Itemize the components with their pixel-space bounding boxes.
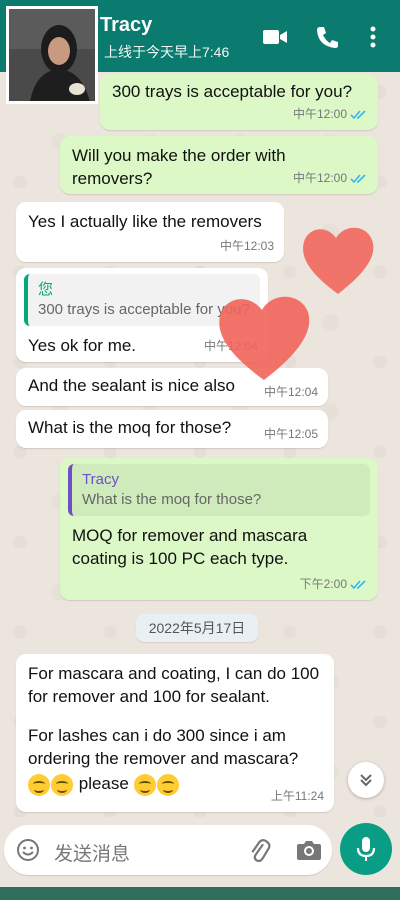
double-chevron-down-icon (360, 774, 372, 787)
microphone-icon (356, 837, 376, 861)
message-text-line: For mascara and coating, I can do 100 fo… (28, 664, 320, 706)
message-time: 中午12:00 (292, 171, 347, 185)
message-time: 中午12:03 (219, 239, 274, 253)
scroll-to-bottom-button[interactable] (348, 762, 384, 798)
smiling-face-emoji (133, 773, 156, 796)
message-text: Yes I actually like the removers (28, 212, 262, 231)
camera-icon[interactable] (296, 838, 322, 862)
message-outgoing[interactable]: 300 trays is acceptable for you? 中午12:00 (100, 74, 378, 130)
message-time: 中午12:04 (263, 385, 318, 399)
read-ticks-icon (350, 109, 366, 119)
message-incoming[interactable]: What is the moq for those? 中午12:05 (16, 410, 328, 448)
message-time: 上午11:24 (270, 789, 324, 803)
video-call-icon[interactable] (262, 24, 288, 50)
message-incoming[interactable]: Yes I actually like the removers 中午12:03 (16, 202, 284, 262)
read-ticks-icon (350, 173, 366, 183)
message-text-suffix: please (78, 774, 129, 793)
emoji-icon[interactable] (16, 838, 40, 862)
message-incoming[interactable]: For mascara and coating, I can do 100 fo… (16, 654, 334, 812)
message-time: 下午2:00 (299, 577, 347, 591)
message-text: Will you make the order with removers? (72, 146, 286, 188)
contact-avatar[interactable] (6, 6, 98, 104)
message-time: 中午12:05 (263, 427, 318, 441)
read-ticks-icon (350, 579, 366, 589)
date-separator: 2022年5月17日 (136, 614, 258, 642)
last-seen-status: 上线于今天早上7:46 (104, 44, 230, 60)
voice-message-button[interactable] (340, 823, 392, 875)
heart-sticker-icon (219, 296, 310, 380)
message-text: 300 trays is acceptable for you? (112, 82, 353, 101)
bottom-bar (0, 887, 400, 900)
message-input[interactable]: 发送消息 (4, 825, 332, 875)
message-outgoing[interactable]: Will you make the order with removers? 中… (60, 136, 378, 194)
attach-icon[interactable] (246, 837, 272, 863)
message-outgoing-reply[interactable]: Tracy What is the moq for those? MOQ for… (60, 458, 378, 600)
chat-header: Tracy 上线于今天早上7:46 (0, 0, 400, 104)
chat-area[interactable]: 300 trays is acceptable for you? 中午12:00… (0, 72, 400, 817)
message-time: 中午12:00 (292, 107, 347, 121)
quoted-message[interactable]: Tracy What is the moq for those? (68, 464, 370, 516)
heart-sticker-icon (303, 227, 374, 294)
message-text-line: For lashes can i do 300 since i am order… (28, 726, 299, 768)
message-text: MOQ for remover and mascara coating is 1… (72, 526, 308, 568)
quote-author: Tracy (82, 471, 119, 488)
quote-text: What is the moq for those? (82, 491, 262, 508)
smiling-face-emoji (51, 773, 73, 796)
smiling-face-emoji (28, 773, 50, 796)
phone-call-icon[interactable] (314, 24, 340, 50)
smiling-face-emoji (156, 773, 179, 796)
message-input-placeholder[interactable]: 发送消息 (54, 839, 130, 866)
more-options-icon[interactable] (360, 24, 386, 50)
message-composer: 发送消息 (0, 817, 400, 887)
contact-name[interactable]: Tracy (100, 14, 152, 37)
